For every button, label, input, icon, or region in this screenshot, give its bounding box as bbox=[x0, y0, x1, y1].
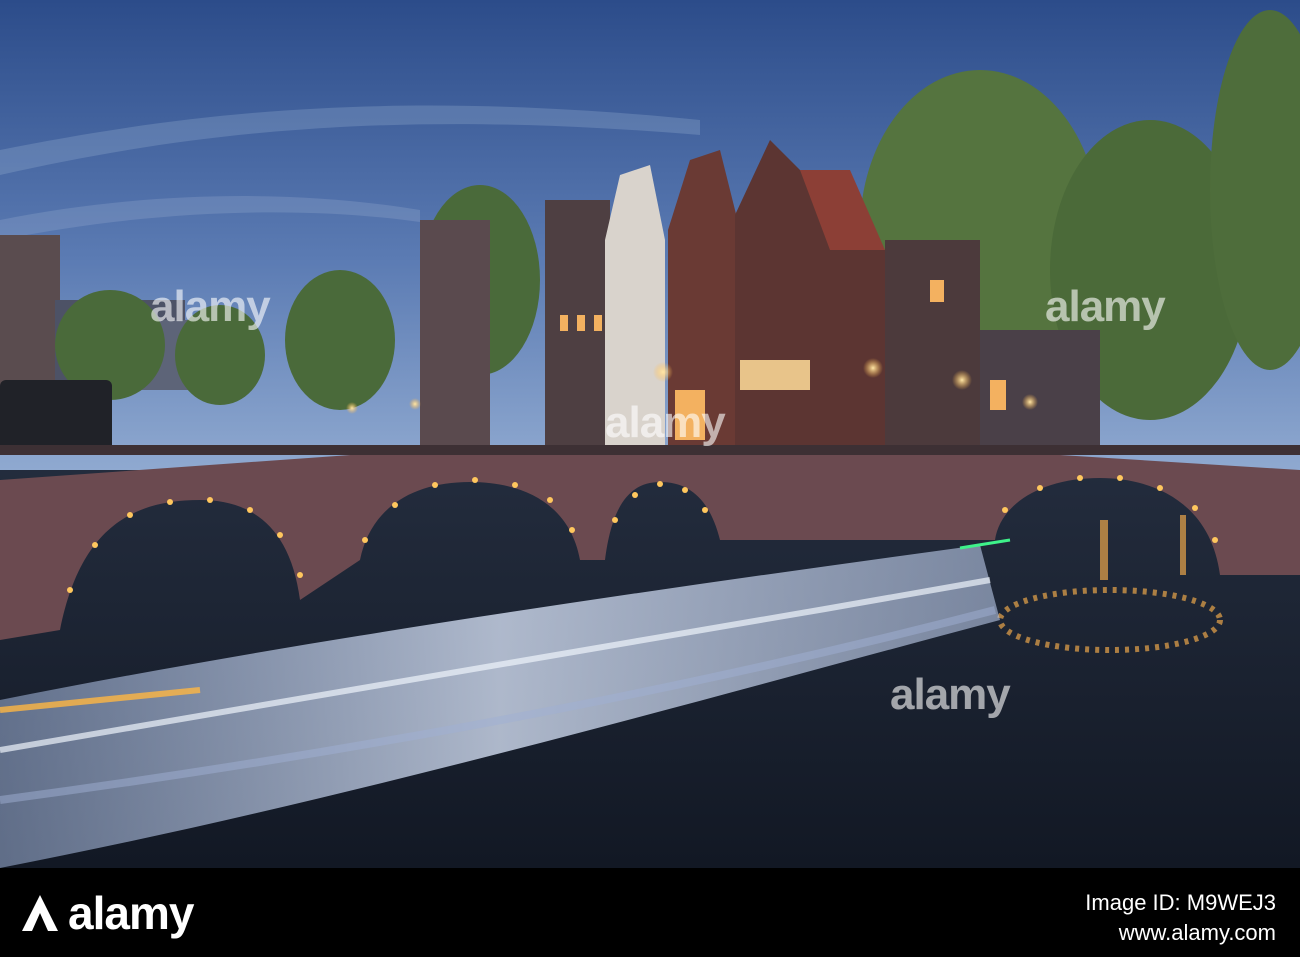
footer-logo-text: alamy bbox=[68, 887, 194, 939]
footer-logo: alamy bbox=[18, 886, 194, 940]
watermark-word: alamy bbox=[1045, 282, 1166, 331]
bus bbox=[0, 380, 112, 455]
watermark-right: alamy bbox=[1045, 282, 1166, 332]
watermark-bottom: alamy bbox=[890, 670, 1011, 720]
image-id: Image ID: M9WEJ3 bbox=[1085, 890, 1276, 915]
watermark-left: alamy bbox=[150, 282, 271, 332]
watermark-word: alamy bbox=[150, 282, 271, 331]
watermark-word: alamy bbox=[890, 670, 1011, 719]
watermark-word: alamy bbox=[605, 398, 726, 447]
watermark-top: alamy bbox=[605, 398, 726, 448]
footer-bar: alamy Image ID: M9WEJ3 www.alamy.com bbox=[0, 868, 1300, 957]
alamy-a-icon bbox=[22, 895, 58, 931]
photo: alamy alamy alamy alamy bbox=[0, 0, 1300, 868]
site-url: www.alamy.com bbox=[1118, 920, 1276, 945]
